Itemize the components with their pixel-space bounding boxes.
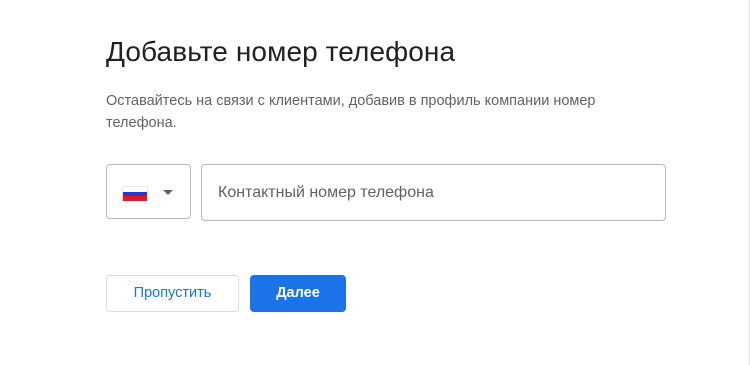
skip-button[interactable]: Пропустить [106,275,239,312]
russia-flag-icon [123,187,147,201]
phone-number-input[interactable] [201,164,666,221]
chevron-down-icon [163,190,173,195]
page-title: Добавьте номер телефона [106,36,456,67]
next-button[interactable]: Далее [250,275,346,312]
page-subtitle: Оставайтесь на связи с клиентами, добави… [106,93,596,131]
add-phone-page: Добавьте номер телефона Оставайтесь на с… [0,0,750,365]
country-code-select[interactable] [106,164,191,219]
